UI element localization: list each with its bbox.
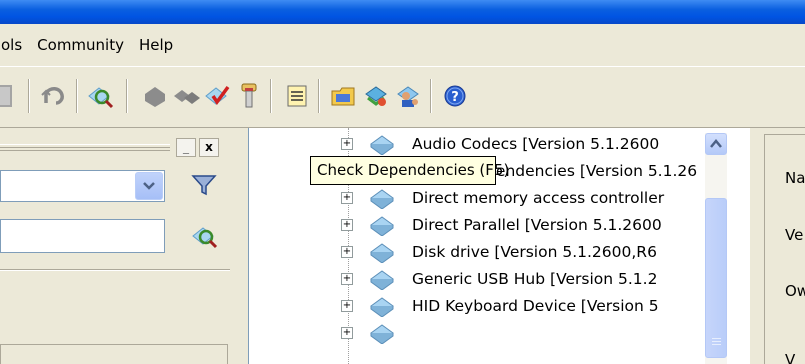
title-bar	[0, 0, 805, 24]
toolbar-separator	[28, 79, 30, 113]
component-icon	[370, 297, 394, 317]
pane-grip[interactable]	[0, 144, 170, 151]
tooltip: Check Dependencies (F5)	[310, 156, 509, 185]
plus-icon[interactable]: +	[341, 219, 353, 231]
toolbar-separator	[76, 79, 78, 113]
menu-bar: ols Community Help	[0, 24, 805, 66]
build-icon[interactable]	[234, 81, 264, 111]
database-icon[interactable]	[361, 81, 391, 111]
help-icon[interactable]: ?	[440, 81, 470, 111]
component-icon	[370, 243, 394, 263]
scroll-thumb[interactable]	[705, 198, 727, 358]
tree-item-label: Audio Codecs [Version 5.1.2600	[412, 135, 660, 153]
plus-icon[interactable]: +	[341, 273, 353, 285]
thumb-grip	[712, 344, 721, 345]
menu-tools[interactable]: ols	[1, 36, 31, 54]
version-label: Ve	[785, 226, 804, 244]
menu-help[interactable]: Help	[133, 36, 182, 54]
toolbar-separator	[318, 79, 320, 113]
details-pane: Na Ve Ow V	[750, 128, 805, 364]
left-pane: _ x	[0, 128, 235, 364]
details-panel: Na Ve Ow V	[764, 134, 805, 364]
pane-header: _ x	[0, 138, 225, 160]
thumb-grip	[712, 341, 721, 342]
toolbar-separator	[126, 79, 128, 113]
component-icon	[370, 189, 394, 209]
filter-icon[interactable]	[191, 172, 217, 202]
tree-item-label: Direct memory access controller	[412, 189, 665, 207]
tree-item[interactable]: + Direct Parallel [Version 5.1.2600	[249, 212, 719, 238]
plus-icon[interactable]: +	[341, 246, 353, 258]
component-icon	[370, 324, 394, 344]
scroll-up-button[interactable]	[705, 133, 727, 155]
tree-item-label: HID Keyboard Device [Version 5	[412, 297, 659, 315]
menu-community[interactable]: Community	[31, 36, 133, 54]
page-icon[interactable]	[0, 81, 24, 111]
thumb-grip	[712, 338, 721, 339]
name-label: Na	[785, 169, 805, 187]
tree-item-label: Generic USB Hub [Version 5.1.2	[412, 270, 658, 288]
plus-icon[interactable]: +	[341, 192, 353, 204]
search-input[interactable]	[0, 219, 165, 253]
check-dependencies-icon[interactable]	[202, 81, 232, 111]
tree-item[interactable]: + Audio Codecs [Version 5.1.2600	[249, 131, 719, 157]
results-panel	[0, 344, 228, 364]
vendor-label: V	[785, 351, 796, 364]
pane-minimize-button[interactable]: _	[176, 138, 196, 157]
plus-icon[interactable]: +	[341, 327, 353, 339]
resource-icon[interactable]	[140, 81, 170, 111]
tree-item[interactable]: +	[249, 320, 719, 346]
tree-item-label: Disk drive [Version 5.1.2600,R6	[412, 243, 657, 261]
chevron-down-icon[interactable]	[135, 172, 163, 200]
toolbar: ?	[0, 66, 805, 128]
toolbar-separator	[270, 79, 272, 113]
filter-combo[interactable]	[0, 170, 165, 202]
toolbar-separator	[430, 79, 432, 113]
plus-icon[interactable]: +	[341, 138, 353, 150]
pane-close-button[interactable]: x	[199, 138, 219, 157]
folder-icon[interactable]	[329, 81, 359, 111]
svg-text:?: ?	[451, 90, 459, 105]
search-icon[interactable]	[190, 222, 218, 254]
pane-divider	[0, 269, 230, 271]
owner-label: Ow	[785, 282, 805, 300]
tree-item[interactable]: + HID Keyboard Device [Version 5	[249, 293, 719, 319]
dependency-icon[interactable]	[172, 81, 202, 111]
tree-item[interactable]: + Direct memory access controller	[249, 185, 719, 211]
component-icon	[370, 270, 394, 290]
users-icon[interactable]	[393, 81, 423, 111]
undo-icon[interactable]	[38, 81, 68, 111]
tree-item-label: Direct Parallel [Version 5.1.2600	[412, 216, 662, 234]
properties-icon[interactable]	[282, 81, 312, 111]
tree-item[interactable]: + Disk drive [Version 5.1.2600,R6	[249, 239, 719, 265]
component-icon	[370, 135, 394, 155]
component-icon	[370, 216, 394, 236]
plus-icon[interactable]: +	[341, 300, 353, 312]
tree-scrollbar[interactable]	[705, 133, 727, 364]
search-component-icon[interactable]	[85, 81, 115, 111]
tree-item[interactable]: + Generic USB Hub [Version 5.1.2	[249, 266, 719, 292]
